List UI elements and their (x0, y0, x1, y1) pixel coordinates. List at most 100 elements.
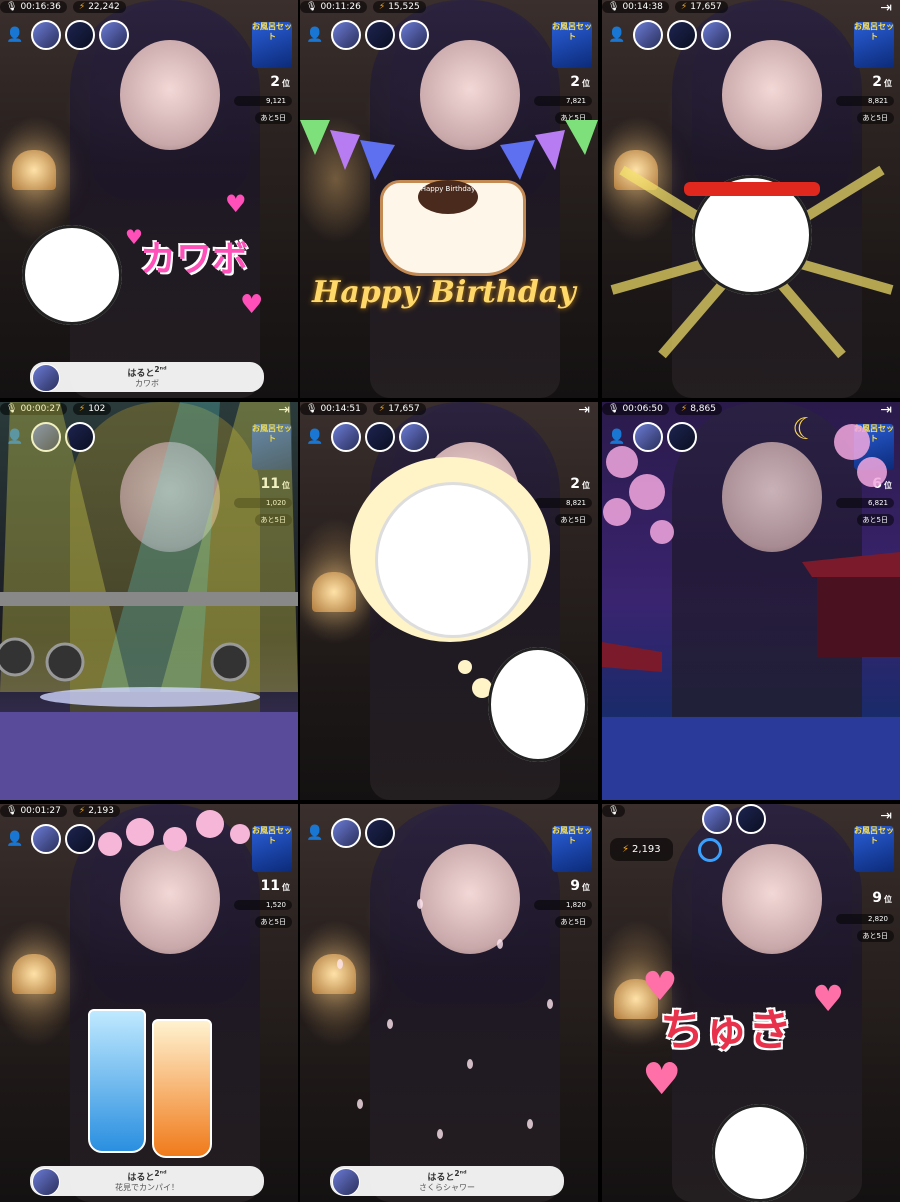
avatar[interactable] (667, 20, 698, 50)
heart-icon: ♥ (812, 979, 845, 1020)
viewers-pill: ⚡ 17,657 (674, 1, 728, 13)
orange-glass (152, 1019, 212, 1158)
heart-icon: ♥ (125, 225, 143, 249)
add-user-icon[interactable]: 👤 (608, 27, 625, 43)
promo-banner[interactable]: お風呂セット (854, 826, 894, 872)
top-bar: 🎙 00:11:26 ⚡ 15,525 (300, 0, 598, 14)
avatar[interactable] (399, 422, 430, 452)
rank-label: 2位 (872, 74, 892, 90)
avatar[interactable] (701, 20, 732, 50)
remaining-days: あと5日 (856, 930, 894, 942)
listener-avatars: 👤 (306, 20, 430, 50)
sheep-sticker (488, 647, 588, 762)
timer-pill: 🎙 00:11:26 (300, 1, 367, 13)
listener-avatars: 👤 (306, 422, 430, 452)
plate (375, 482, 531, 638)
avatar[interactable] (31, 20, 62, 50)
avatar[interactable] (736, 804, 766, 834)
comment-user: はると2ⁿᵈ (427, 1169, 467, 1183)
rank-label: 9位 (872, 890, 892, 906)
effect-text: カワボ (140, 239, 249, 280)
exit-icon[interactable]: ⇥ (880, 0, 892, 16)
stream-tile-9: 🎙 ⇥ ⚡ 2,193 お風呂セット 9位 2,820 あと5日 ♥ ♥ ♥ ちゅ… (602, 804, 900, 1202)
comment-bubble: はると2ⁿᵈ 花見でカンパイ！ (30, 1166, 264, 1196)
exit-icon[interactable]: ⇥ (880, 808, 892, 824)
stage-lights (0, 402, 298, 800)
promo-banner[interactable]: お風呂セット (252, 22, 292, 68)
avatar[interactable] (65, 20, 96, 50)
avatar[interactable] (331, 20, 362, 50)
mic-icon: 🎙 (306, 2, 318, 12)
score-badge: 7,821 (534, 96, 592, 106)
rank-label: 2位 (270, 74, 290, 90)
score-badge: 1,520 (234, 900, 292, 910)
top-bar: 🎙 00:16:36 ⚡ 22,242 (0, 0, 298, 14)
petal-shower (337, 899, 553, 1139)
comment-user: はると2ⁿᵈ (127, 1169, 167, 1183)
avatar[interactable] (365, 422, 396, 452)
heart-icon: ♥ (225, 190, 247, 218)
add-user-icon[interactable]: 👤 (306, 429, 323, 445)
effect-text: ちゅき (660, 1005, 792, 1056)
promo-banner[interactable]: お風呂セット (854, 22, 894, 68)
rank-label: 2位 (570, 74, 590, 90)
avatar[interactable] (399, 20, 430, 50)
mic-icon: 🎙 (6, 2, 18, 12)
viewers-pill: ⚡ 22,242 (72, 1, 126, 13)
comment-text: カワボ (135, 379, 159, 388)
avatar[interactable] (99, 20, 130, 50)
viewers-pill: ⚡ 2,193 (610, 838, 673, 861)
avatar[interactable] (331, 422, 362, 452)
stream-tile-5: 🎙 00:14:51 ⚡ 17,657 ⇥ 👤 2位 8,821 あと5日 (300, 402, 598, 800)
comment-text: 花見でカンパイ！ (115, 1183, 179, 1192)
add-user-icon[interactable]: 👤 (306, 27, 323, 43)
bolt-icon: ⚡ (680, 2, 688, 12)
mic-icon: 🎙 (608, 806, 620, 816)
stream-tile-8: 👤 お風呂セット 9位 1,820 あと5日 はると2ⁿᵈ さくらシャワー (300, 804, 598, 1202)
stream-tile-1: 🎙 00:16:36 ⚡ 22,242 👤 お風呂セット 2位 9,121 あと5日… (0, 0, 298, 398)
face (120, 40, 220, 150)
table-lamp (12, 150, 56, 190)
avatar[interactable] (31, 824, 62, 854)
sakura-scene (602, 424, 900, 800)
comment-user: はると2ⁿᵈ (127, 365, 167, 379)
remaining-days: あと5日 (856, 112, 894, 124)
bolt-icon: ⚡ (78, 2, 86, 12)
avatar[interactable] (702, 804, 732, 834)
add-user-icon[interactable]: 👤 (6, 27, 23, 43)
score-badge: 9,121 (234, 96, 292, 106)
avatar[interactable] (633, 20, 664, 50)
top-bar: 🎙 00:14:38 ⚡ 17,657 (602, 0, 900, 14)
score-badge: 2,820 (836, 914, 894, 924)
score-badge: 8,821 (534, 498, 592, 508)
table-lamp (312, 572, 356, 612)
exit-icon[interactable]: ⇥ (578, 402, 590, 418)
blue-glass (88, 1009, 146, 1153)
effect-text: Happy Birthday (312, 275, 576, 310)
stream-tile-4: 🎙 00:00:27 ⚡ 102 ⇥ 👤 お風呂セット 11 位 1,020 あと5日 (0, 402, 298, 800)
bolt-icon: ⚡ (622, 844, 630, 855)
headband (684, 182, 820, 196)
score-badge: 8,821 (836, 96, 894, 106)
mic-icon: 🎙 (608, 2, 620, 12)
heart-icon: ♥ (642, 1054, 682, 1105)
record-icon[interactable] (698, 838, 722, 862)
listener-avatars: 👤 (608, 20, 732, 50)
timer-pill: 🎙 00:14:38 (602, 1, 669, 13)
sheep-sticker (22, 225, 122, 325)
avatar[interactable] (365, 20, 396, 50)
stream-tile-6: 🎙00:06:50 ⚡8,865 ⇥ 👤 お風呂セット 6位 6,821 あと5… (602, 402, 900, 800)
add-user-icon[interactable]: 👤 (6, 831, 23, 847)
comment-bubble: はると2ⁿᵈ カワボ (30, 362, 264, 392)
promo-banner[interactable]: お風呂セット (552, 22, 592, 68)
sheep-sticker (712, 1104, 807, 1202)
comment-text: さくらシャワー (419, 1183, 475, 1192)
viewers-pill: ⚡ 15,525 (372, 1, 426, 13)
listener-avatars: 👤 (6, 20, 130, 50)
top-bar: 🎙 00:14:51 ⚡ 17,657 (300, 402, 598, 416)
stream-tile-7: 🎙 00:01:27 ⚡ 2,193 👤 お風呂セット 11 位 1,520 あと5日… (0, 804, 298, 1202)
table-lamp (12, 954, 56, 994)
comment-bubble: はると2ⁿᵈ さくらシャワー (330, 1166, 564, 1196)
face (722, 40, 822, 150)
rank-label: 2位 (570, 476, 590, 492)
